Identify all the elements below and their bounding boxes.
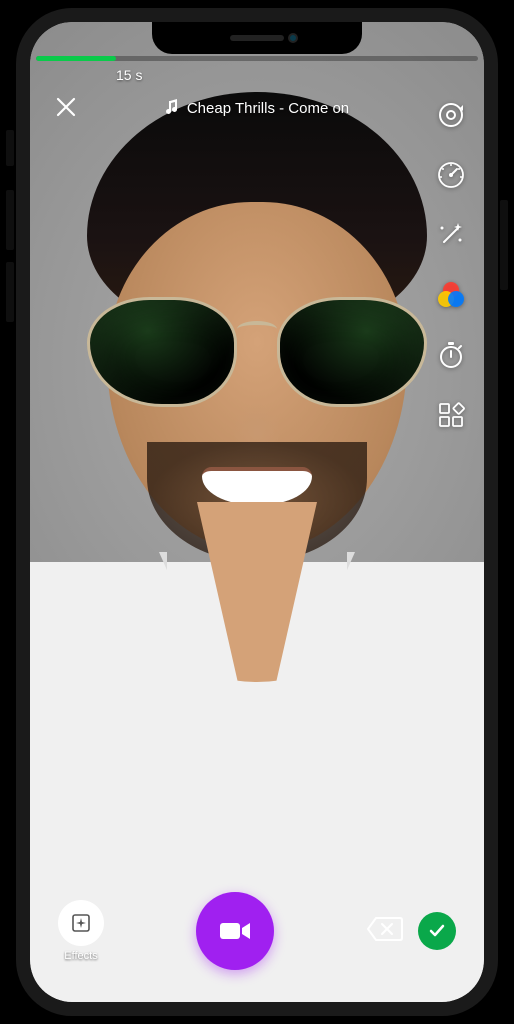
effects-label: Effects [64, 950, 97, 962]
stopwatch-icon [436, 340, 466, 370]
recording-progress-bar [36, 56, 478, 61]
effects-sparkle-icon [70, 912, 92, 934]
speed-button[interactable] [434, 158, 468, 192]
recording-progress-fill [36, 56, 116, 61]
beauty-button[interactable] [434, 218, 468, 252]
confirm-button[interactable] [418, 912, 456, 950]
camera-viewfinder[interactable] [30, 22, 484, 1002]
duration-label: 15 s [30, 67, 484, 83]
close-icon [56, 97, 76, 117]
grid-icon [437, 401, 465, 429]
more-options-button[interactable] [434, 398, 468, 432]
phone-device-frame: 15 s Cheap Thrills - Come on [16, 8, 498, 1016]
color-filters-icon [435, 279, 467, 311]
timer-button[interactable] [434, 338, 468, 372]
backspace-icon [366, 916, 404, 942]
close-button[interactable] [50, 93, 82, 124]
music-selector[interactable]: Cheap Thrills - Come on [98, 99, 416, 118]
ar-sunglasses-filter [87, 297, 427, 417]
checkmark-icon [427, 921, 447, 941]
filters-button[interactable] [434, 278, 468, 312]
effects-button[interactable]: Effects [58, 900, 104, 962]
speed-gauge-icon [436, 160, 466, 190]
magic-wand-icon [436, 220, 466, 250]
music-note-icon [165, 99, 179, 118]
phone-notch [152, 22, 362, 54]
music-track-label: Cheap Thrills - Come on [187, 100, 349, 117]
flip-camera-button[interactable] [434, 98, 468, 132]
flip-camera-icon [436, 100, 466, 130]
delete-clip-button[interactable] [366, 916, 404, 947]
camera-screen: 15 s Cheap Thrills - Come on [30, 22, 484, 1002]
video-camera-icon [218, 919, 252, 943]
record-button[interactable] [196, 892, 274, 970]
